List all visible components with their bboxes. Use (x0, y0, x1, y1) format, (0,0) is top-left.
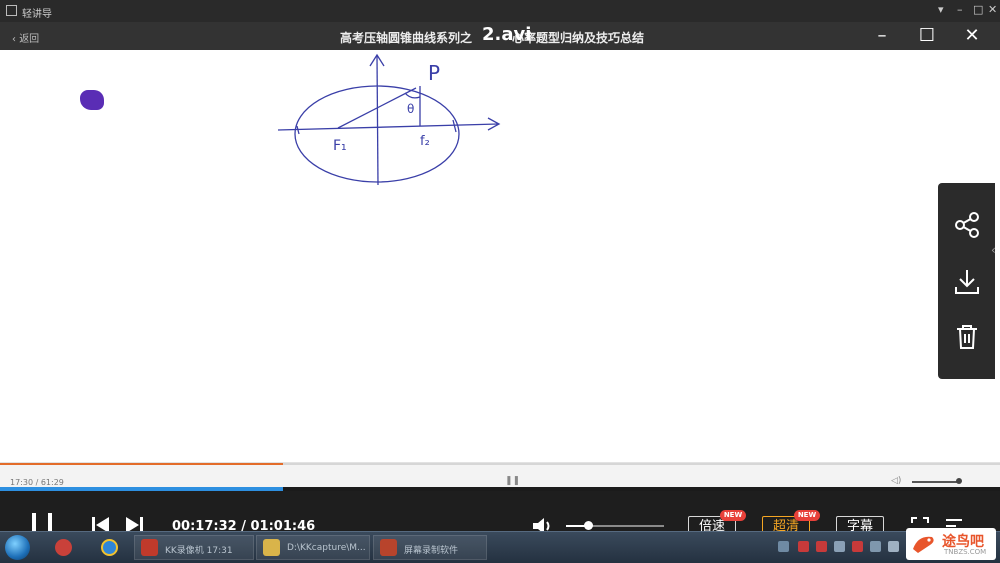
browser-icon[interactable] (98, 536, 122, 559)
taskbar-item-screen-recorder[interactable]: 屏幕录制软件 (373, 535, 487, 560)
focus-1-label: F₁ (333, 138, 347, 154)
bird-logo-icon (913, 536, 934, 553)
back-label: 返回 (19, 34, 40, 45)
tray-icon[interactable] (778, 541, 789, 552)
y-axis-line (376, 55, 379, 186)
window-title-bar: 轻讲导 ▾ – □ ✕ (0, 0, 1000, 22)
download-icon[interactable] (952, 267, 982, 297)
app-icon (6, 5, 17, 16)
pause-mini-icon[interactable]: ❚❚ (505, 476, 520, 486)
close-button[interactable]: ✕ (959, 24, 985, 48)
taskbar-item-recorder[interactable]: KK录像机 17:31 (134, 535, 254, 560)
screen-recorder-icon (380, 539, 397, 556)
volume-mini-track[interactable] (912, 481, 960, 483)
time-mini: 17:30 / 61:29 (10, 478, 64, 487)
focus-2-label: f₂ (420, 134, 430, 149)
volume-mini-icon[interactable]: ◁) (891, 476, 901, 486)
restore-icon[interactable]: □ (973, 3, 983, 16)
pinned-app-icon[interactable] (52, 536, 76, 559)
vertex-tick (452, 119, 457, 133)
trash-icon[interactable] (952, 322, 982, 352)
site-logo: 途鸟吧 TNBZS.COM (906, 528, 996, 560)
recorder-app-icon (141, 539, 158, 556)
video-canvas[interactable]: P θ F₁ f₂ (0, 50, 1000, 462)
title-head: 高考压轴圆锥曲线系列之 (340, 31, 473, 45)
site-logo-sub: TNBZS.COM (944, 548, 987, 556)
tray-icon[interactable] (834, 541, 845, 552)
file-name-overlay: 2.avi (482, 24, 532, 45)
taskbar-item-label: D:\KKcapture\M... (287, 543, 366, 553)
menu-icon[interactable]: ▾ (938, 3, 944, 16)
angle-arc (404, 92, 421, 99)
angle-label: θ (407, 102, 414, 116)
windows-taskbar: KK录像机 17:31 D:\KKcapture\M... 屏幕录制软件 (0, 531, 1000, 563)
minimize-icon[interactable]: – (957, 3, 963, 16)
volume-mini-knob[interactable] (956, 478, 962, 484)
ellipse-sketch: P θ F₁ f₂ (277, 53, 501, 186)
share-icon[interactable] (952, 210, 982, 240)
chevron-left-icon: ‹ (12, 34, 16, 45)
new-badge: NEW (720, 510, 746, 521)
new-badge: NEW (794, 510, 820, 521)
taskbar-item-label: 屏幕录制软件 (404, 546, 459, 556)
point-p-label: P (428, 61, 440, 85)
volume-slider[interactable] (566, 525, 664, 527)
taskbar-item-label: KK录像机 17:31 (165, 546, 233, 556)
x-axis-line (277, 123, 499, 131)
player-header: ‹ 返回 高考压轴圆锥曲线系列之 心率题型归纳及技巧总结 2.avi – ☐ ✕ (0, 22, 1000, 50)
progress-track[interactable] (0, 463, 1000, 465)
back-button[interactable]: ‹ 返回 (12, 30, 39, 45)
side-action-panel (938, 183, 995, 379)
tray-icon[interactable] (816, 541, 827, 552)
minimize-button[interactable]: – (869, 24, 895, 48)
start-button[interactable] (5, 535, 30, 560)
chevron-left-icon[interactable]: ‹ (991, 243, 996, 257)
folder-icon (263, 539, 280, 556)
speaker-tray-icon[interactable] (888, 541, 899, 552)
tray-icon[interactable] (852, 541, 863, 552)
app-title: 轻讲导 (22, 9, 52, 20)
network-icon[interactable] (870, 541, 881, 552)
volume-knob[interactable] (584, 521, 593, 530)
progress-fill (0, 463, 283, 465)
tray-icon[interactable] (798, 541, 809, 552)
taskbar-item-folder[interactable]: D:\KKcapture\M... (256, 535, 370, 560)
title-tail: 心率题型归纳及技巧总结 (512, 31, 645, 45)
maximize-button[interactable]: ☐ (914, 24, 940, 48)
close-icon[interactable]: ✕ (988, 3, 997, 16)
